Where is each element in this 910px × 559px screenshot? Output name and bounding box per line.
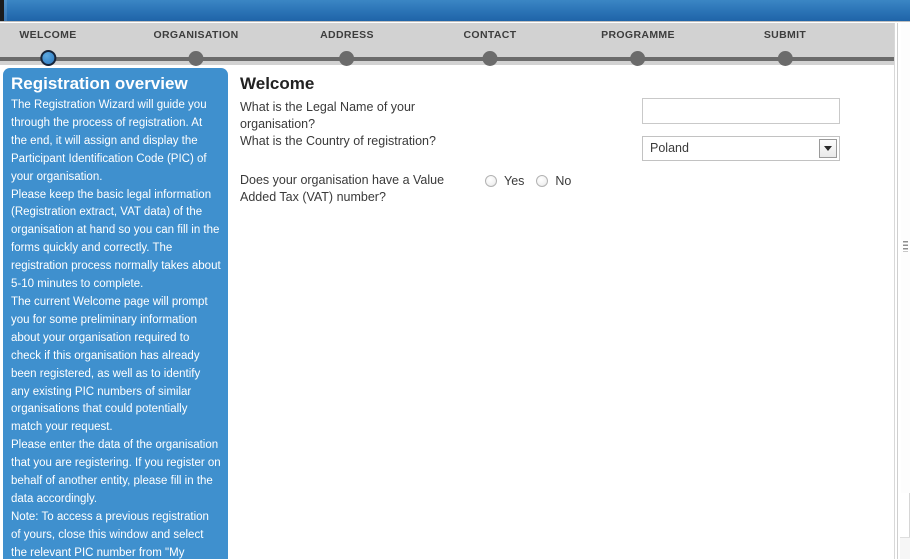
wizard-step-label: WELCOME xyxy=(19,29,77,41)
wizard-step-dot xyxy=(482,51,498,66)
overview-paragraph-1: The Registration Wizard will guide you t… xyxy=(11,99,207,183)
vat-yes-label: Yes xyxy=(504,174,525,188)
wizard-step-organisation[interactable]: ORGANISATION xyxy=(153,23,239,66)
vat-no-radio[interactable] xyxy=(536,175,549,187)
welcome-form-area: Welcome What is the Legal Name of your o… xyxy=(240,68,895,559)
wizard-step-dot xyxy=(339,51,355,66)
wizard-step-label: SUBMIT xyxy=(763,29,807,41)
overview-paragraph-2: Please keep the basic legal information … xyxy=(11,188,221,291)
header-sheen xyxy=(4,0,7,21)
scrollbar-track[interactable] xyxy=(897,23,910,559)
wizard-step-submit[interactable]: SUBMIT xyxy=(763,23,807,66)
wizard-step-label: PROGRAMME xyxy=(601,29,675,41)
wizard-step-welcome[interactable]: WELCOME xyxy=(19,23,77,66)
scrollbar-bottom-edge xyxy=(900,537,910,559)
overview-paragraph-3: The current Welcome page will prompt you… xyxy=(11,295,208,434)
legal-name-question-label: What is the Legal Name of your organisat… xyxy=(240,100,416,131)
vat-question-label: Does your organisation have a Value Adde… xyxy=(240,173,445,204)
wizard-step-label: ADDRESS xyxy=(320,29,374,41)
scrollbar-grip-icon xyxy=(903,241,908,252)
wizard-step-dot xyxy=(188,51,204,66)
wizard-step-label: ORGANISATION xyxy=(153,29,239,41)
wizard-step-dot xyxy=(630,51,646,66)
page-title: Welcome xyxy=(240,74,315,93)
vertical-scrollbar[interactable] xyxy=(894,23,910,559)
vat-radio-group: Yes No xyxy=(485,174,579,188)
wizard-step-contact[interactable]: CONTACT xyxy=(463,23,517,66)
chevron-down-icon[interactable] xyxy=(819,139,837,158)
app-header-bar xyxy=(0,0,910,22)
wizard-step-programme[interactable]: PROGRAMME xyxy=(601,23,675,66)
wizard-step-address[interactable]: ADDRESS xyxy=(320,23,374,66)
country-select[interactable]: Poland xyxy=(642,136,840,161)
overview-paragraph-4: Please enter the data of the organisatio… xyxy=(11,439,221,505)
country-select-value: Poland xyxy=(650,141,689,155)
scrollbar-thumb[interactable] xyxy=(901,23,910,493)
vat-no-label: No xyxy=(555,174,572,188)
legal-name-input[interactable] xyxy=(642,98,840,124)
wizard-step-label: CONTACT xyxy=(463,29,517,41)
wizard-step-dot-active xyxy=(40,50,56,66)
registration-overview-panel: Registration overview The Registration W… xyxy=(3,68,228,559)
overview-paragraph-5: Note: To access a previous registration … xyxy=(11,510,209,559)
overview-title: Registration overview xyxy=(11,74,188,93)
wizard-step-bar: WELCOME ORGANISATION ADDRESS CONTACT PRO… xyxy=(0,23,910,66)
vat-yes-radio[interactable] xyxy=(485,175,497,187)
country-question-label: What is the Country of registration? xyxy=(240,134,436,148)
wizard-step-dot xyxy=(777,51,793,66)
